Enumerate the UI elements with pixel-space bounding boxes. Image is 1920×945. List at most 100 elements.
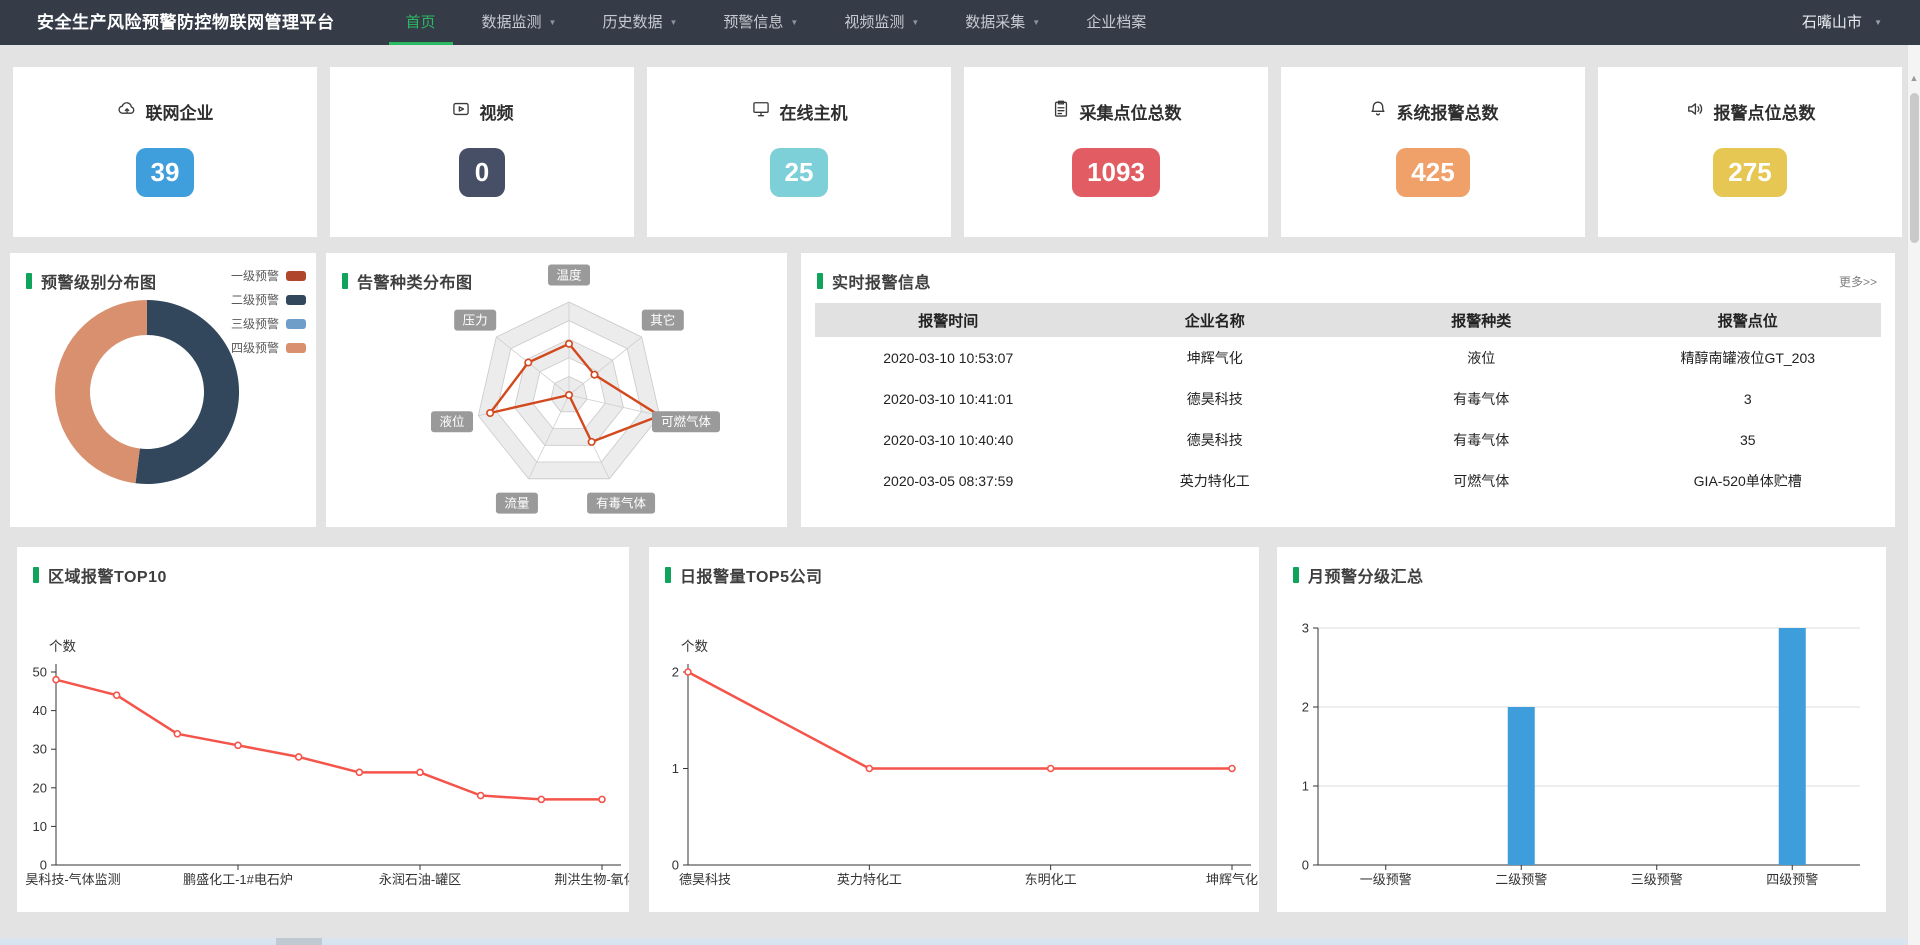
card-title-text: 预警级别分布图 [41, 269, 157, 293]
stat-header: 采集点位总数 [1051, 99, 1182, 124]
stat-header: 报警点位总数 [1685, 99, 1816, 124]
navbar: 安全生产风险预警防控物联网管理平台 首页数据监测▼历史数据▼预警信息▼视频监测▼… [0, 0, 1920, 45]
nav-item-2[interactable]: 历史数据▼ [579, 0, 700, 45]
legend-swatch [286, 319, 306, 329]
chevron-down-icon: ▼ [1874, 18, 1882, 27]
card-title: 告警种类分布图 [342, 269, 473, 293]
stat-card-0: 联网企业39 [13, 67, 317, 237]
card-title-text: 日报警量TOP5公司 [680, 563, 823, 587]
legend-item-2[interactable]: 三级预警 [231, 315, 306, 332]
legend-item-3[interactable]: 四级预警 [231, 339, 306, 356]
stat-header: 系统报警总数 [1368, 99, 1499, 124]
svg-text:其它: 其它 [650, 313, 675, 328]
stat-label: 采集点位总数 [1080, 99, 1182, 124]
legend-swatch [286, 343, 306, 353]
nav-item-1[interactable]: 数据监测▼ [459, 0, 580, 45]
speaker-icon [1685, 99, 1705, 124]
svg-text:东明化工: 东明化工 [1025, 872, 1077, 887]
table-header-cell: 企业名称 [1082, 303, 1349, 337]
legend-swatch [286, 271, 306, 281]
svg-text:英力特化工: 英力特化工 [837, 872, 902, 887]
table-cell: 有毒气体 [1348, 378, 1615, 419]
table-cell: 35 [1615, 419, 1882, 460]
legend-label: 三级预警 [231, 315, 279, 332]
daily-alarm-top5-chart: 012个数德昊科技英力特化工东明化工坤辉气化 [649, 547, 1259, 912]
table-row: 2020-03-10 10:40:40德昊科技有毒气体35 [815, 419, 1881, 460]
svg-text:10: 10 [33, 819, 47, 834]
app-title: 安全生产风险预警防控物联网管理平台 [37, 0, 335, 45]
nav-item-home[interactable]: 首页 [383, 0, 459, 45]
cloud-icon [117, 99, 137, 124]
table-cell: 液位 [1348, 337, 1615, 378]
stat-label: 在线主机 [780, 99, 848, 124]
svg-text:20: 20 [33, 780, 47, 795]
table-cell: 可燃气体 [1348, 460, 1615, 501]
stat-value-badge: 0 [459, 148, 505, 197]
stat-card-4: 系统报警总数425 [1281, 67, 1585, 237]
legend-label: 二级预警 [231, 291, 279, 308]
scrollbar-thumb[interactable] [1910, 93, 1919, 243]
svg-text:昊科技-气体监测: 昊科技-气体监测 [25, 872, 120, 887]
nav-item-label: 历史数据 [602, 14, 662, 31]
nav-item-5[interactable]: 数据采集 ▼ [942, 0, 1063, 45]
card-title-text: 月预警分级汇总 [1308, 563, 1424, 587]
more-link[interactable]: 更多>> [1839, 273, 1877, 290]
scroll-up-icon[interactable]: ▲ [1908, 73, 1920, 83]
nav-item-4[interactable]: 视频监测▼ [821, 0, 942, 45]
stat-header: 联网企业 [117, 99, 214, 124]
svg-text:流量: 流量 [504, 497, 529, 511]
svg-text:0: 0 [1302, 858, 1309, 873]
svg-text:个数: 个数 [49, 639, 76, 654]
svg-text:1: 1 [1302, 779, 1309, 794]
svg-text:0: 0 [672, 858, 679, 873]
legend-item-0[interactable]: 一级预警 [231, 267, 306, 284]
alarm-type-radar-chart: 温度其它可燃气体有毒气体流量液位压力 [326, 253, 787, 527]
card-title-text: 告警种类分布图 [357, 269, 473, 293]
svg-text:30: 30 [33, 742, 47, 757]
svg-text:二级预警: 二级预警 [1495, 872, 1547, 887]
legend-item-1[interactable]: 二级预警 [231, 291, 306, 308]
nav-item-label: 数据采集 [965, 14, 1025, 31]
table-cell: 2020-03-05 08:37:59 [815, 460, 1082, 501]
svg-text:鹏盛化工-1#电石炉: 鹏盛化工-1#电石炉 [183, 872, 293, 887]
card-title: 月预警分级汇总 [1293, 563, 1424, 587]
vertical-scrollbar[interactable]: ▲ [1907, 45, 1920, 945]
title-marker [1293, 567, 1299, 583]
chevron-down-icon: ▼ [1032, 18, 1040, 27]
nav-item-3[interactable]: 预警信息▼ [700, 0, 821, 45]
chevron-down-icon: ▼ [549, 18, 557, 27]
svg-text:2: 2 [1302, 700, 1309, 715]
table-cell: 德昊科技 [1082, 378, 1349, 419]
svg-text:温度: 温度 [556, 268, 582, 283]
svg-text:液位: 液位 [440, 414, 465, 429]
video-icon [451, 99, 471, 124]
svg-text:坤辉气化: 坤辉气化 [1206, 872, 1258, 887]
nav-menu: 首页数据监测▼历史数据▼预警信息▼视频监测▼数据采集▼企业档案 [383, 0, 1170, 45]
svg-text:个数: 个数 [681, 639, 709, 654]
svg-text:可燃气体: 可燃气体 [661, 414, 712, 429]
stat-value-badge: 275 [1713, 148, 1786, 197]
svg-text:0: 0 [40, 858, 47, 873]
svg-text:1: 1 [672, 761, 679, 776]
svg-text:荆洪生物-氧化反: 荆洪生物-氧化反 [554, 872, 629, 887]
table-cell: 2020-03-10 10:41:01 [815, 378, 1082, 419]
card-title: 预警级别分布图 [26, 269, 157, 293]
daily-alarm-top5-card: 012个数德昊科技英力特化工东明化工坤辉气化 日报警量TOP5公司 [649, 547, 1259, 912]
svg-text:50: 50 [33, 665, 47, 680]
legend-label: 一级预警 [231, 267, 279, 284]
region-alarm-top10-card: 01020304050个数昊科技-气体监测鹏盛化工-1#电石炉永润石油-罐区荆洪… [17, 547, 629, 912]
chevron-down-icon: ▼ [911, 18, 919, 27]
stat-card-1: 视频0 [330, 67, 634, 237]
table-row: 2020-03-10 10:53:07坤辉气化液位精醇南罐液位GT_203 [815, 337, 1881, 378]
svg-text:四级预警: 四级预警 [1766, 872, 1818, 887]
footer-tab [276, 938, 322, 945]
nav-item-label: 预警信息 [723, 14, 783, 31]
nav-item-6[interactable]: 企业档案 [1063, 0, 1169, 45]
svg-text:3: 3 [1302, 621, 1309, 636]
monthly-warning-summary-card: 0123一级预警二级预警三级预警四级预警 月预警分级汇总 [1277, 547, 1886, 912]
region-selector[interactable]: 石嘴山市 ▼ [1802, 0, 1882, 45]
table-cell: 有毒气体 [1348, 419, 1615, 460]
region-label: 石嘴山市 [1802, 14, 1862, 31]
table-cell: 精醇南罐液位GT_203 [1615, 337, 1882, 378]
realtime-alarm-table: 报警时间企业名称报警种类报警点位 2020-03-10 10:53:07坤辉气化… [815, 303, 1881, 501]
